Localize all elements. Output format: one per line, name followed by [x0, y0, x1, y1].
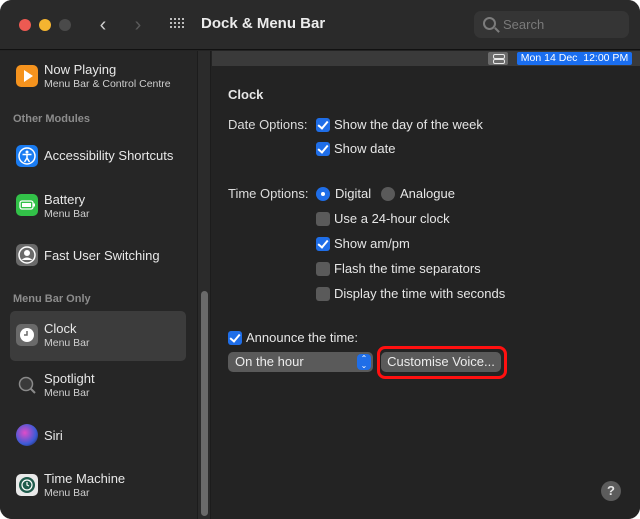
chevron-left-icon: ‹	[99, 14, 107, 36]
sidebar-item-accessibility-shortcuts[interactable]: Accessibility Shortcuts	[10, 131, 186, 181]
search-field[interactable]: Search	[474, 11, 629, 38]
show-ampm-checkbox[interactable]	[316, 237, 330, 251]
siri-icon	[16, 424, 38, 446]
forward-button[interactable]: ›	[128, 12, 148, 38]
sidebar-item-sublabel: Menu Bar	[44, 208, 90, 220]
sidebar-item-time-machine[interactable]: Time Machine Menu Bar	[10, 461, 186, 511]
sidebar-item-now-playing[interactable]: Now Playing Menu Bar & Control Centre	[10, 56, 186, 106]
date-options-label: Date Options:	[228, 117, 308, 132]
chevron-right-icon: ›	[134, 14, 142, 36]
clock-settings-pane: Mon 14 Dec 12:00 PM Clock Date Options: …	[212, 51, 640, 519]
show-date-checkbox[interactable]	[316, 142, 330, 156]
use-24-hour-label: Use a 24-hour clock	[334, 211, 450, 226]
window-title: Dock & Menu Bar	[201, 15, 326, 32]
sidebar-item-fast-user-switching[interactable]: Fast User Switching	[10, 231, 186, 281]
sidebar-item-label: Siri	[44, 428, 63, 443]
sidebar-item-clock[interactable]: Clock Menu Bar	[10, 311, 186, 361]
sidebar-item-battery[interactable]: Battery Menu Bar	[10, 181, 186, 231]
section-header-other-modules: Other Modules	[13, 113, 91, 125]
digital-label: Digital	[335, 186, 372, 201]
analogue-label: Analogue	[400, 186, 455, 201]
search-icon	[483, 17, 496, 30]
menu-bar-clock-preview: Mon 14 Dec 12:00 PM	[517, 52, 632, 65]
section-header-menu-bar-only: Menu Bar Only	[13, 293, 91, 305]
analogue-radio[interactable]	[381, 187, 395, 201]
display-seconds-checkbox[interactable]	[316, 287, 330, 301]
display-seconds-label: Display the time with seconds	[334, 286, 506, 301]
show-day-of-week-label: Show the day of the week	[334, 117, 483, 132]
system-preferences-window: ‹ › Dock & Menu Bar Search Now Playing M…	[0, 0, 640, 519]
sidebar-item-label: Spotlight	[44, 371, 95, 386]
sidebar-item-sublabel: Menu Bar	[44, 337, 90, 349]
control-centre-icon	[488, 52, 508, 65]
flash-separators-checkbox[interactable]	[316, 262, 330, 276]
play-icon	[16, 65, 38, 87]
search-placeholder: Search	[503, 17, 545, 32]
sidebar-item-spotlight[interactable]: Spotlight Menu Bar	[10, 361, 186, 411]
show-date-label: Show date	[334, 141, 396, 156]
sidebar-item-label: Time Machine	[44, 471, 126, 486]
sidebar-scrollbar[interactable]	[197, 51, 211, 519]
spotlight-icon	[16, 374, 38, 396]
announce-time-checkbox[interactable]	[228, 331, 242, 345]
clock-icon	[16, 324, 38, 346]
time-options-label: Time Options:	[228, 186, 309, 201]
minimize-button[interactable]	[39, 19, 51, 31]
sidebar-item-label: Clock	[44, 321, 77, 336]
close-button[interactable]	[19, 19, 31, 31]
menu-bar-preview: Mon 14 Dec 12:00 PM	[212, 51, 640, 66]
scrollbar-thumb[interactable]	[201, 291, 208, 516]
sidebar-item-label: Now Playing	[44, 62, 117, 77]
time-machine-icon	[16, 474, 38, 496]
announce-time-label: Announce the time:	[246, 330, 359, 345]
accessibility-icon	[16, 145, 38, 167]
back-button[interactable]: ‹	[93, 12, 113, 38]
sidebar-item-label: Battery	[44, 192, 86, 207]
sidebar-item-sublabel: Menu Bar	[44, 387, 90, 399]
show-all-grid-icon[interactable]	[170, 18, 186, 32]
sidebar-item-label: Accessibility Shortcuts	[44, 148, 174, 163]
user-icon	[16, 244, 38, 266]
sidebar-item-label: Fast User Switching	[44, 248, 160, 263]
sidebar-item-siri[interactable]: Siri	[10, 411, 186, 461]
use-24-hour-checkbox[interactable]	[316, 212, 330, 226]
sidebar-item-sublabel: Menu Bar	[44, 487, 90, 499]
show-ampm-label: Show am/pm	[334, 236, 410, 251]
sidebar: Now Playing Menu Bar & Control Centre Ot…	[0, 51, 197, 519]
select-value: On the hour	[235, 354, 304, 369]
section-title: Clock	[228, 87, 264, 102]
digital-radio[interactable]	[316, 187, 330, 201]
chevron-up-down-icon: ⌃ ⌄	[357, 354, 371, 370]
announce-interval-select[interactable]: On the hour ⌃ ⌄	[228, 352, 373, 372]
titlebar: ‹ › Dock & Menu Bar Search	[0, 0, 640, 50]
highlight-annotation	[377, 346, 507, 379]
flash-separators-label: Flash the time separators	[334, 261, 481, 276]
help-button[interactable]: ?	[601, 481, 621, 501]
show-day-of-week-checkbox[interactable]	[316, 118, 330, 132]
zoom-button[interactable]	[59, 19, 71, 31]
battery-icon	[16, 194, 38, 216]
sidebar-item-sublabel: Menu Bar & Control Centre	[44, 78, 171, 90]
